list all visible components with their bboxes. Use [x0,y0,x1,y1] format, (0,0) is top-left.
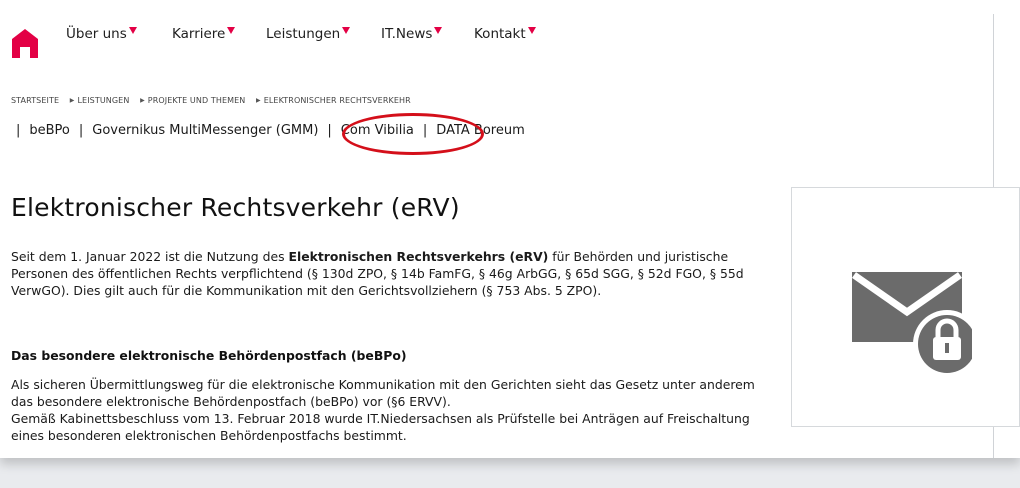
menu-item-label: Kontakt [474,26,526,42]
section-paragraph-line: Gemäß Kabinettsbeschluss vom 13. Februar… [11,411,750,443]
menu-item-ueber-uns[interactable]: Über uns [66,26,137,42]
triangle-right-icon: ▶ [69,97,75,104]
section-heading: Das besondere elektronische Behördenpost… [11,348,407,363]
divider: | [327,123,332,138]
caret-down-icon [527,27,536,34]
menu-item-leistungen[interactable]: Leistungen [266,26,351,42]
breadcrumb: STARTSEITE ▶ LEISTUNGEN ▶ PROJEKTE UND THE… [11,96,411,105]
section-paragraph-line: Als sicheren Übermittlungsweg für die el… [11,377,755,409]
caret-down-icon [128,27,137,34]
subnav-link-bebpo[interactable]: beBPo [29,123,70,138]
divider: | [78,123,84,138]
menu-item-karriere[interactable]: Karriere [172,26,236,42]
menu-item-it-news[interactable]: IT.News [381,26,443,42]
menu-item-label: Über uns [66,26,127,42]
caret-down-icon [342,27,351,34]
caret-down-icon [227,27,236,34]
intro-text-start: Seit dem 1. Januar 2022 ist die Nutzung … [11,249,289,264]
breadcrumb-item-projekte[interactable]: PROJEKTE UND THEMEN [148,96,246,105]
menu-item-label: IT.News [381,26,433,42]
subnav-link-gmm[interactable]: Governikus MultiMessenger (GMM) [92,123,318,138]
mail-lock-icon [852,272,972,378]
menu-item-label: Karriere [172,26,226,42]
breadcrumb-item-startseite[interactable]: STARTSEITE [11,96,59,105]
section-paragraph: Als sicheren Übermittlungsweg für die el… [11,376,771,444]
sidebar-teaser [791,187,1020,427]
intro-paragraph: Seit dem 1. Januar 2022 ist die Nutzung … [11,248,771,299]
page-title: Elektronischer Rechtsverkehr (eRV) [11,193,460,222]
menu-item-kontakt[interactable]: Kontakt [474,26,536,42]
top-navigation: Über uns Karriere Leistungen IT.News Kon… [0,0,1020,70]
divider: | [16,123,21,138]
caret-down-icon [434,27,443,34]
triangle-right-icon: ▶ [256,97,261,104]
breadcrumb-item-current: ELEKTRONISCHER RECHTSVERKEHR [263,96,411,105]
triangle-right-icon: ▶ [140,97,145,104]
highlight-ellipse [342,113,484,155]
home-icon[interactable] [11,28,39,58]
breadcrumb-item-leistungen[interactable]: LEISTUNGEN [78,96,130,105]
menu-item-label: Leistungen [266,26,341,42]
page: Über uns Karriere Leistungen IT.News Kon… [0,0,1020,458]
intro-text-bold: Elektronischen Rechtsverkehrs (eRV) [288,249,549,264]
